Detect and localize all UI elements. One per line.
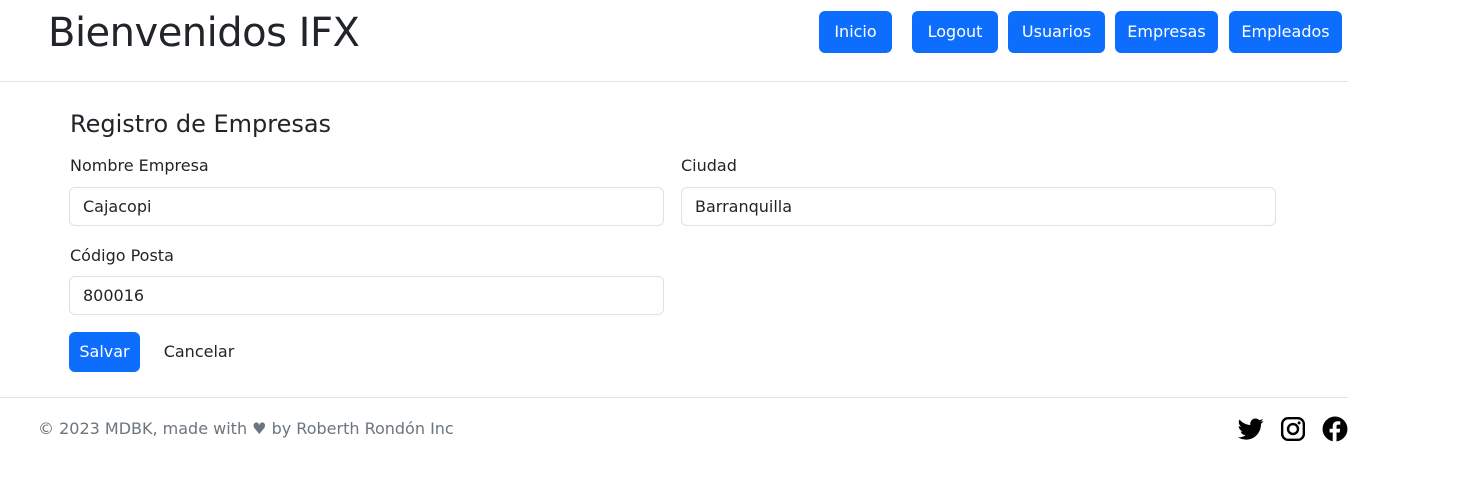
footer-divider <box>0 397 1348 398</box>
codigo-postal-label: Código Posta <box>70 246 174 265</box>
nav-empresas-button[interactable]: Empresas <box>1115 11 1218 53</box>
nombre-empresa-label: Nombre Empresa <box>70 156 209 175</box>
twitter-icon[interactable] <box>1238 416 1264 442</box>
nav-empleados-button[interactable]: Empleados <box>1229 11 1342 53</box>
copyright-text: © 2023 MDBK, made with ♥ by Roberth Rond… <box>38 419 454 438</box>
facebook-icon[interactable] <box>1322 416 1348 442</box>
page: Bienvenidos IFX Inicio Logout Usuarios E… <box>0 0 1482 487</box>
save-button[interactable]: Salvar <box>69 332 140 372</box>
cancel-button[interactable]: Cancelar <box>152 332 246 372</box>
nombre-empresa-input[interactable] <box>69 187 664 226</box>
ciudad-label: Ciudad <box>681 156 737 175</box>
codigo-postal-input[interactable] <box>69 276 664 315</box>
instagram-icon[interactable] <box>1280 416 1306 442</box>
main-nav: Inicio Logout Usuarios Empresas Empleado… <box>0 11 1348 53</box>
nav-logout-button[interactable]: Logout <box>912 11 998 53</box>
form-title: Registro de Empresas <box>70 110 332 138</box>
header: Bienvenidos IFX Inicio Logout Usuarios E… <box>0 0 1348 82</box>
nav-usuarios-button[interactable]: Usuarios <box>1008 11 1105 53</box>
ciudad-input[interactable] <box>681 187 1276 226</box>
nav-inicio-button[interactable]: Inicio <box>819 11 892 53</box>
